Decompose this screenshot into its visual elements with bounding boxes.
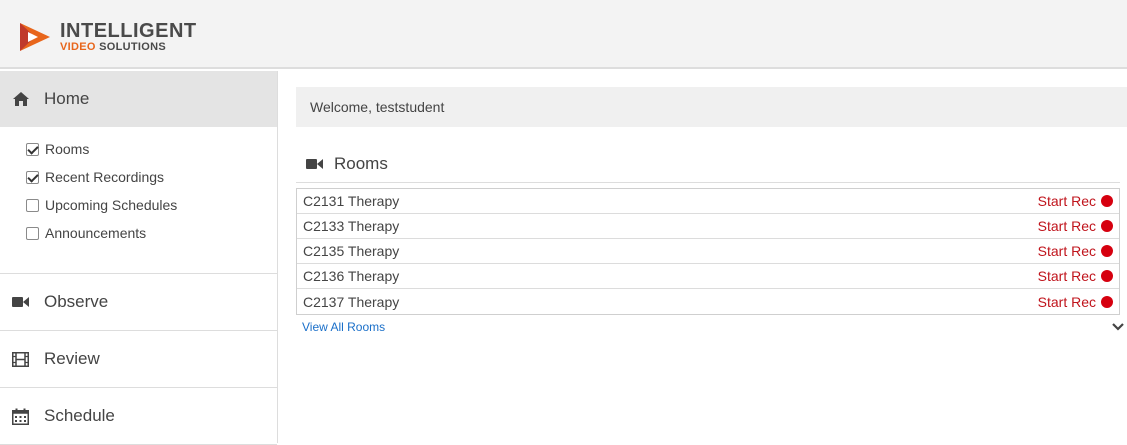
record-dot-icon bbox=[1101, 270, 1113, 282]
sidebar-item-home[interactable]: Home bbox=[0, 71, 277, 127]
room-name: C2133 Therapy bbox=[303, 218, 400, 234]
sidebar-item-observe[interactable]: Observe bbox=[0, 274, 277, 331]
sidebar: Home Rooms Recent Recordings Upcoming Sc… bbox=[0, 71, 278, 445]
sidebar-item-label: Observe bbox=[44, 292, 109, 311]
checkbox-label: Upcoming Schedules bbox=[45, 197, 178, 213]
calendar-icon bbox=[12, 408, 32, 425]
checkbox-announcements[interactable]: Announcements bbox=[26, 219, 277, 247]
welcome-banner: Welcome, teststudent bbox=[296, 87, 1127, 127]
video-camera-icon bbox=[306, 158, 324, 170]
room-name: C2131 Therapy bbox=[303, 193, 400, 209]
checkbox[interactable] bbox=[26, 226, 39, 240]
start-rec-button[interactable]: Start Rec bbox=[1038, 268, 1113, 284]
start-rec-button[interactable]: Start Rec bbox=[1038, 218, 1113, 234]
list-item[interactable]: C2136 Therapy Start Rec bbox=[297, 264, 1119, 289]
sidebar-item-review[interactable]: Review bbox=[0, 331, 277, 388]
rooms-list: C2131 Therapy Start Rec C2133 Therapy St… bbox=[296, 188, 1120, 315]
logo-title: INTELLIGENT bbox=[60, 20, 197, 42]
main-content: Welcome, teststudent Rooms C2131 Therapy… bbox=[296, 87, 1127, 339]
checkbox-label: Rooms bbox=[45, 141, 90, 157]
checkbox-label: Recent Recordings bbox=[45, 169, 165, 185]
record-dot-icon bbox=[1101, 195, 1113, 207]
sidebar-item-schedule[interactable]: Schedule bbox=[0, 388, 277, 445]
rooms-footer: View All Rooms bbox=[296, 315, 1127, 339]
checkbox[interactable] bbox=[26, 198, 39, 212]
record-dot-icon bbox=[1101, 295, 1113, 308]
start-rec-button[interactable]: Start Rec bbox=[1038, 294, 1113, 310]
checkbox[interactable] bbox=[26, 142, 39, 156]
room-name: C2137 Therapy bbox=[303, 293, 400, 310]
chevron-down-icon[interactable] bbox=[1112, 323, 1124, 331]
section-title: Rooms bbox=[334, 153, 388, 173]
rooms-section-header: Rooms bbox=[296, 151, 1120, 183]
list-item[interactable]: C2135 Therapy Start Rec bbox=[297, 239, 1119, 264]
list-item[interactable]: C2133 Therapy Start Rec bbox=[297, 214, 1119, 239]
sidebar-item-label: Schedule bbox=[44, 406, 115, 425]
view-all-rooms-link[interactable]: View All Rooms bbox=[302, 320, 385, 334]
checkbox-label: Announcements bbox=[45, 225, 147, 241]
list-item[interactable]: C2131 Therapy Start Rec bbox=[297, 189, 1119, 214]
start-rec-button[interactable]: Start Rec bbox=[1038, 193, 1113, 209]
start-rec-button[interactable]: Start Rec bbox=[1038, 243, 1113, 259]
list-item[interactable]: C2137 Therapy Start Rec bbox=[297, 289, 1119, 314]
checkbox-rooms[interactable]: Rooms bbox=[26, 135, 277, 163]
checkbox-recent-recordings[interactable]: Recent Recordings bbox=[26, 163, 277, 191]
room-name: C2136 Therapy bbox=[303, 268, 400, 284]
room-name: C2135 Therapy bbox=[303, 243, 400, 259]
home-icon bbox=[12, 91, 32, 107]
record-dot-icon bbox=[1101, 245, 1113, 257]
checkbox[interactable] bbox=[26, 170, 39, 184]
sidebar-item-label: Review bbox=[44, 349, 100, 368]
logo-subtitle: VIDEO SOLUTIONS bbox=[60, 41, 166, 53]
home-widget-checklist: Rooms Recent Recordings Upcoming Schedul… bbox=[0, 127, 277, 274]
logo[interactable]: INTELLIGENT VIDEO SOLUTIONS bbox=[18, 19, 197, 55]
checkbox-upcoming-schedules[interactable]: Upcoming Schedules bbox=[26, 191, 277, 219]
app-header: INTELLIGENT VIDEO SOLUTIONS bbox=[0, 0, 1127, 69]
play-logo-icon bbox=[20, 23, 50, 51]
record-dot-icon bbox=[1101, 220, 1113, 232]
film-icon bbox=[12, 351, 32, 367]
sidebar-item-label: Home bbox=[44, 89, 90, 108]
video-camera-icon bbox=[12, 296, 32, 308]
